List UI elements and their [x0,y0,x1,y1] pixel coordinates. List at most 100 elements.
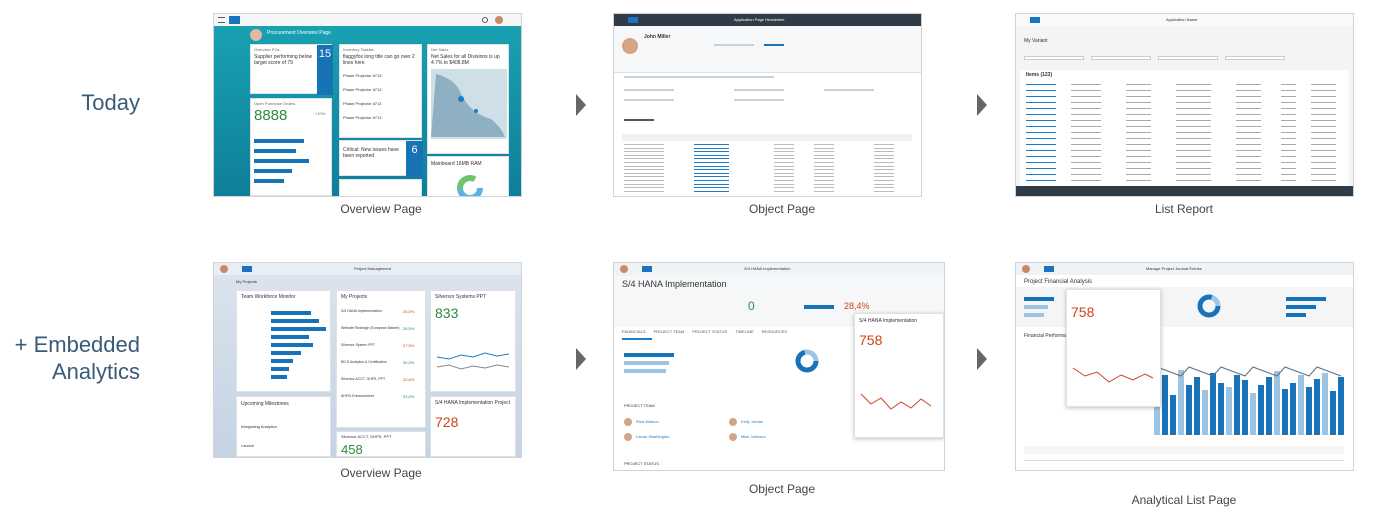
project-name[interactable]: AHFIX Enhancement [341,394,401,398]
table-cell [1026,114,1056,115]
table-cell [774,190,794,192]
list-item[interactable]: Phase Projector #713 [343,87,381,92]
card-inventory-small[interactable] [339,179,422,196]
workforce-bar [271,327,326,331]
variant-title[interactable]: Project Financial Analysis [1024,279,1092,285]
card-critical-issues[interactable]: Critical: New issues have been reported … [339,140,423,177]
card-material-goods[interactable]: Mainboard 16MB RAM [427,156,509,196]
card-silversor-systems[interactable]: Silversor Systems PPT 833 [430,290,516,392]
screenshot-embedded-object-page[interactable]: S/4 HANA Implementation S/4 HANA Impleme… [614,263,944,470]
table-cell [1026,156,1056,157]
team-member[interactable]: Kelly Jordan [741,419,763,424]
table-cell [1236,120,1261,121]
table-cell [624,158,664,160]
table-cell [694,154,729,156]
team-member[interactable]: Lamar Washington [636,434,669,439]
table-cell [1026,102,1056,103]
sap-logo-icon [1044,266,1054,272]
chevron-right-icon [576,94,586,116]
table-cell [1071,90,1101,91]
table-cell [1281,156,1296,157]
team-member[interactable]: Mike Johnson [741,434,766,439]
kpi-open-issues: 0 [748,299,755,313]
popover-panel[interactable]: 758 [1066,289,1161,407]
table-cell [624,176,664,178]
search-icon[interactable] [482,17,488,23]
table-cell [874,154,894,156]
card-silversor-acct[interactable]: Silversor ACCT, GHPS, PPT 458 [336,431,426,457]
caption-today-overview: Overview Page [340,202,422,216]
sap-logo-icon [628,17,638,23]
card-open-purchase-orders[interactable]: Open Purchase Orders 8888 +10% [250,98,332,196]
table-cell [1311,120,1336,121]
list-item[interactable]: Phase Projector #713 [343,73,381,78]
card-team-workforce[interactable]: Team Workforce Monitor [236,290,331,392]
table-cell [1071,174,1101,175]
tab[interactable]: PROJECT TEAM [654,329,685,334]
team-member[interactable]: Rina Watson [636,419,659,424]
card-overview-pos[interactable]: Overview POs Supplier performing below t… [250,44,333,95]
menu-icon[interactable] [218,17,225,23]
card-inventory-tasklist[interactable]: Inventory Tasklist flaggyfox long title … [339,44,422,138]
table-cell [1026,96,1056,97]
tab[interactable]: PROJECT STATUS [692,329,727,334]
list-item[interactable]: Integrating Analytics [241,424,277,429]
table-cell [1236,96,1261,97]
alp-bar [1210,373,1216,435]
screenshot-today-object-page[interactable]: Application Page Headerline John Miller [614,14,921,196]
project-name[interactable]: Silversor ACCT, GHPS, PPT [341,377,401,381]
card-title: Team Workforce Monitor [241,294,296,300]
sap-logo-icon [229,16,240,24]
table-cell [1026,108,1056,109]
variant-title[interactable]: My Variant [1024,38,1048,44]
card-my-projects[interactable]: My Projects S/4 HANA Implementation 20,5%… [336,290,426,428]
table-cell [1071,96,1101,97]
table-cell [624,169,664,171]
list-item[interactable]: Launch [241,443,254,448]
avatar-icon[interactable] [495,16,503,24]
table-cell [814,154,834,156]
table-cell [1236,126,1261,127]
table-cell [694,162,729,163]
table-cell [1176,180,1211,181]
page-title: S/4 HANA Implementation [744,266,791,271]
table-cell [1311,156,1336,157]
list-item[interactable]: Phase Projector #713 [343,101,381,106]
avatar-icon[interactable] [620,265,628,273]
workforce-bar [271,351,301,355]
alp-bar [1218,383,1224,435]
tab[interactable]: TIMELINE [735,329,753,334]
table-cell [694,151,729,153]
table-cell [1311,150,1336,151]
table-cell [1281,114,1296,115]
avatar-icon[interactable] [220,265,228,273]
project-name[interactable]: Silversor System PPT [341,343,401,347]
table-cell [1071,132,1101,133]
object-title: S/4 HANA Implementation [622,279,727,289]
section-title: My Projects [236,279,257,284]
table-cell [1311,144,1336,145]
caption-emb-object: Object Page [748,482,816,496]
table-cell [1281,96,1296,97]
screenshot-today-list-report[interactable]: Application Name My Variant Items (123) [1016,14,1353,196]
card-s4hana-project[interactable]: S/4 HANA Implementation Project 728 [430,396,516,457]
list-item[interactable]: Phase Projector #713 [343,115,381,120]
table-cell [874,158,894,160]
card-net-sales[interactable]: Net Sales Net Sales for all Divisions is… [427,44,509,154]
project-name[interactable]: S/4 HANA Implementation [341,309,401,313]
tab[interactable]: RESOURCES [762,329,787,334]
card-upcoming-milestones[interactable]: Upcoming Milestones Integrating Analytic… [236,396,331,457]
project-name[interactable]: BICS Analytics & Certification [341,360,401,364]
workforce-bar [271,335,309,339]
table-cell [1026,180,1056,181]
avatar-icon[interactable] [1022,265,1030,273]
screenshot-today-overview-page[interactable]: Procurement Overview Page Overview POs S… [214,14,521,196]
popover-panel[interactable]: S/4 HANA Implementation 758 [854,313,944,438]
screenshot-analytical-list-page[interactable]: Manage Project Journal Entries Project F… [1016,263,1353,470]
table-cell [1236,102,1261,103]
alp-bar [1298,375,1304,435]
table-cell [1026,174,1056,175]
tab[interactable]: FINANCIALS [622,329,646,334]
screenshot-embedded-overview-page[interactable]: Project Management My Projects Team Work… [214,263,521,457]
project-name[interactable]: Website Redesign (European Market) [341,326,401,330]
